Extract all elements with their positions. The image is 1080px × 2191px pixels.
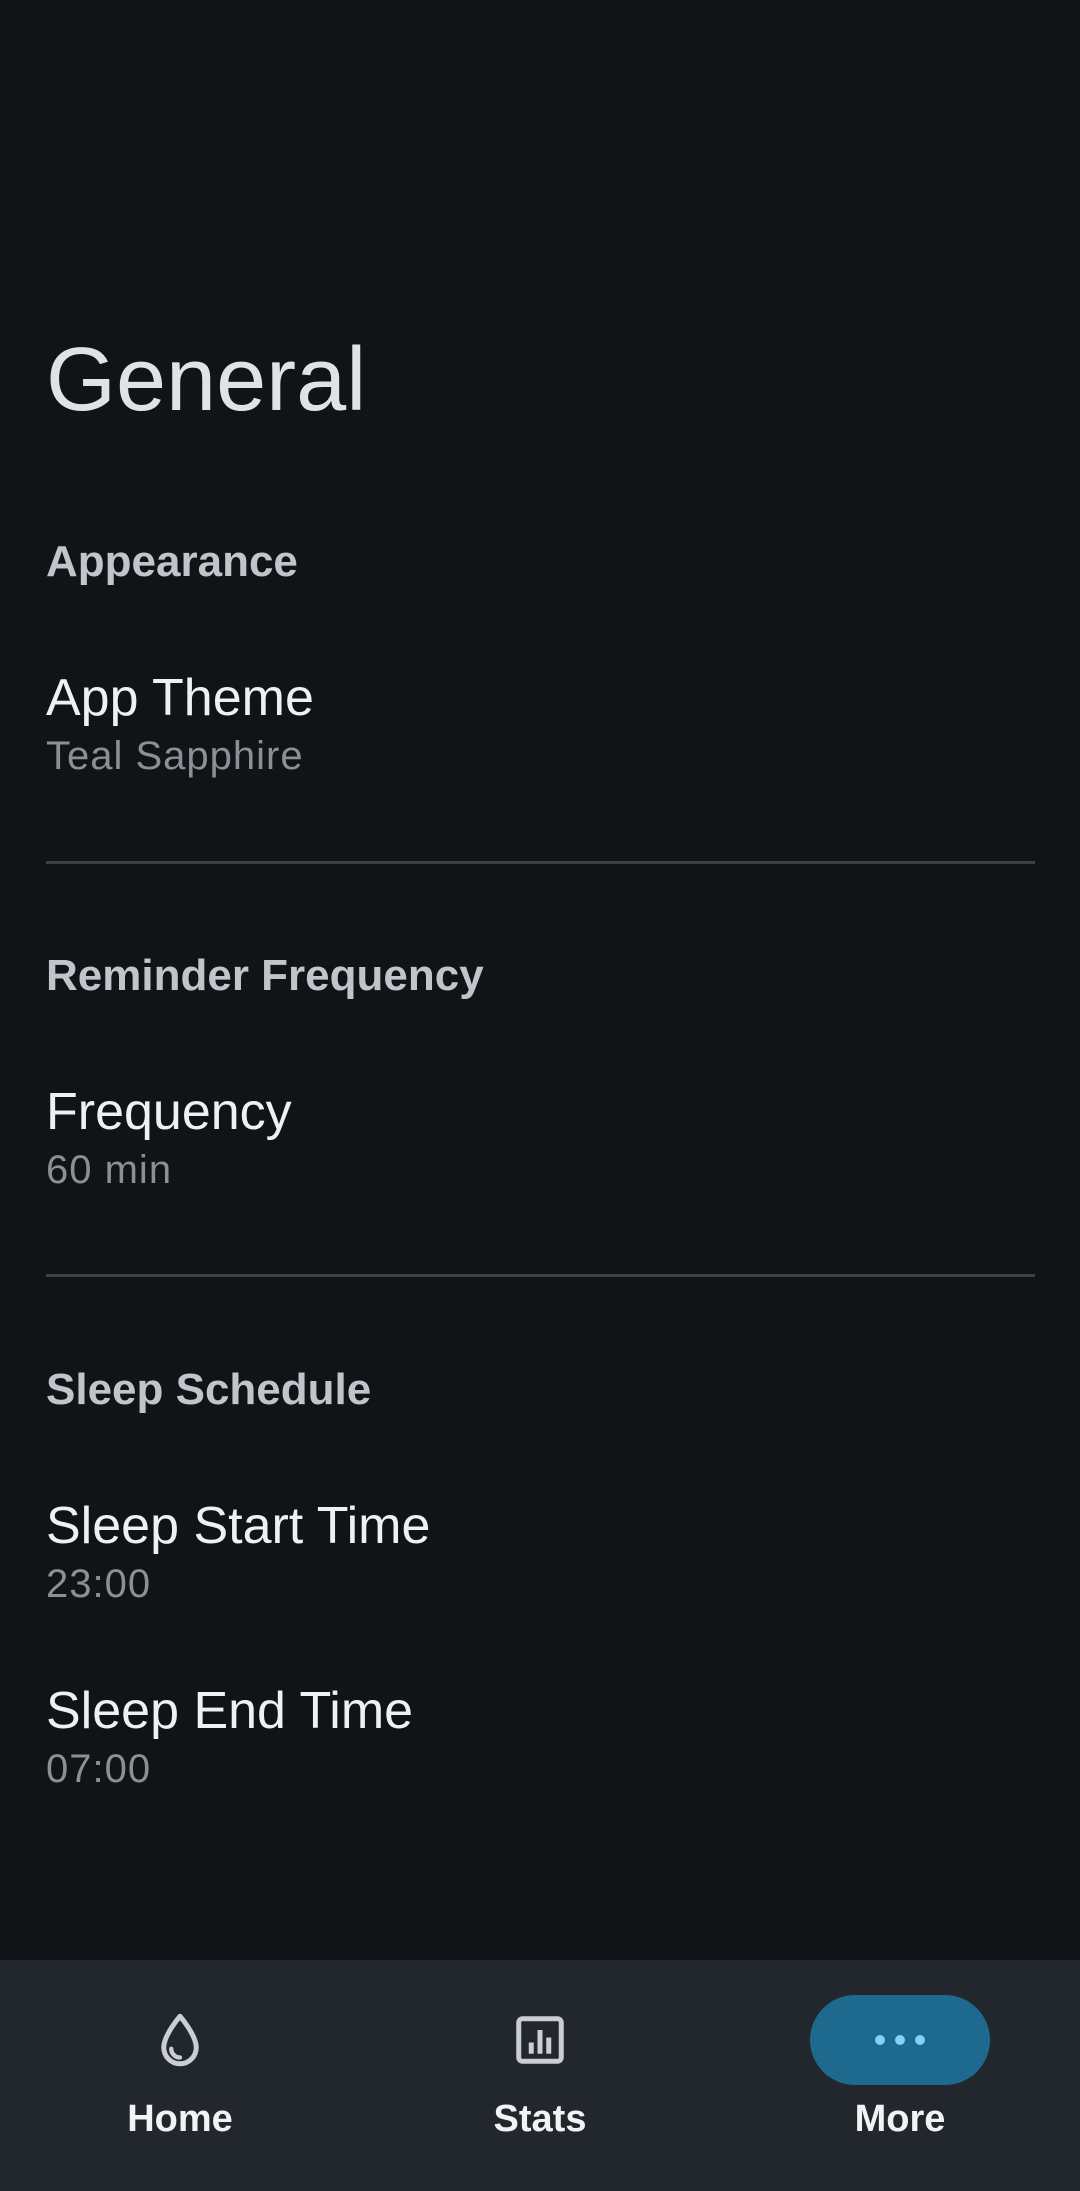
nav-label-stats: Stats: [493, 2098, 587, 2140]
divider: [46, 861, 1035, 864]
pref-title: Sleep Start Time: [46, 1497, 431, 1555]
nav-label-home: Home: [127, 2098, 233, 2140]
section-header-appearance: Appearance: [46, 537, 298, 586]
pref-title: App Theme: [46, 669, 314, 727]
pref-summary: Teal Sapphire: [46, 734, 304, 778]
pref-summary: 07:00: [46, 1747, 152, 1791]
water-drop-icon: [161, 2013, 199, 2067]
nav-item-more[interactable]: More: [720, 1960, 1080, 2191]
nav-active-indicator: [810, 1995, 990, 2085]
bar-chart-icon: [516, 2016, 564, 2064]
section-header-reminder: Reminder Frequency: [46, 951, 484, 1000]
nav-icon-container: [450, 1995, 630, 2085]
pref-summary: 60 min: [46, 1148, 173, 1192]
pref-summary: 23:00: [46, 1562, 152, 1606]
pref-sleep-end-time[interactable]: Sleep End Time 07:00: [0, 1680, 1080, 1830]
nav-item-stats[interactable]: Stats: [360, 1960, 720, 2191]
pref-title: Sleep End Time: [46, 1682, 414, 1740]
more-horizontal-icon: [875, 2035, 925, 2045]
pref-app-theme[interactable]: App Theme Teal Sapphire: [0, 667, 1080, 817]
section-header-sleep: Sleep Schedule: [46, 1365, 372, 1414]
pref-sleep-start-time[interactable]: Sleep Start Time 23:00: [0, 1495, 1080, 1645]
bottom-navigation-bar: Home Stats More: [0, 1960, 1080, 2191]
divider: [46, 1274, 1035, 1277]
pref-title: Frequency: [46, 1083, 292, 1141]
page-title: General: [46, 330, 367, 430]
nav-item-home[interactable]: Home: [0, 1960, 360, 2191]
pref-frequency[interactable]: Frequency 60 min: [0, 1081, 1080, 1231]
nav-label-more: More: [854, 2098, 946, 2140]
nav-icon-container: [90, 1995, 270, 2085]
